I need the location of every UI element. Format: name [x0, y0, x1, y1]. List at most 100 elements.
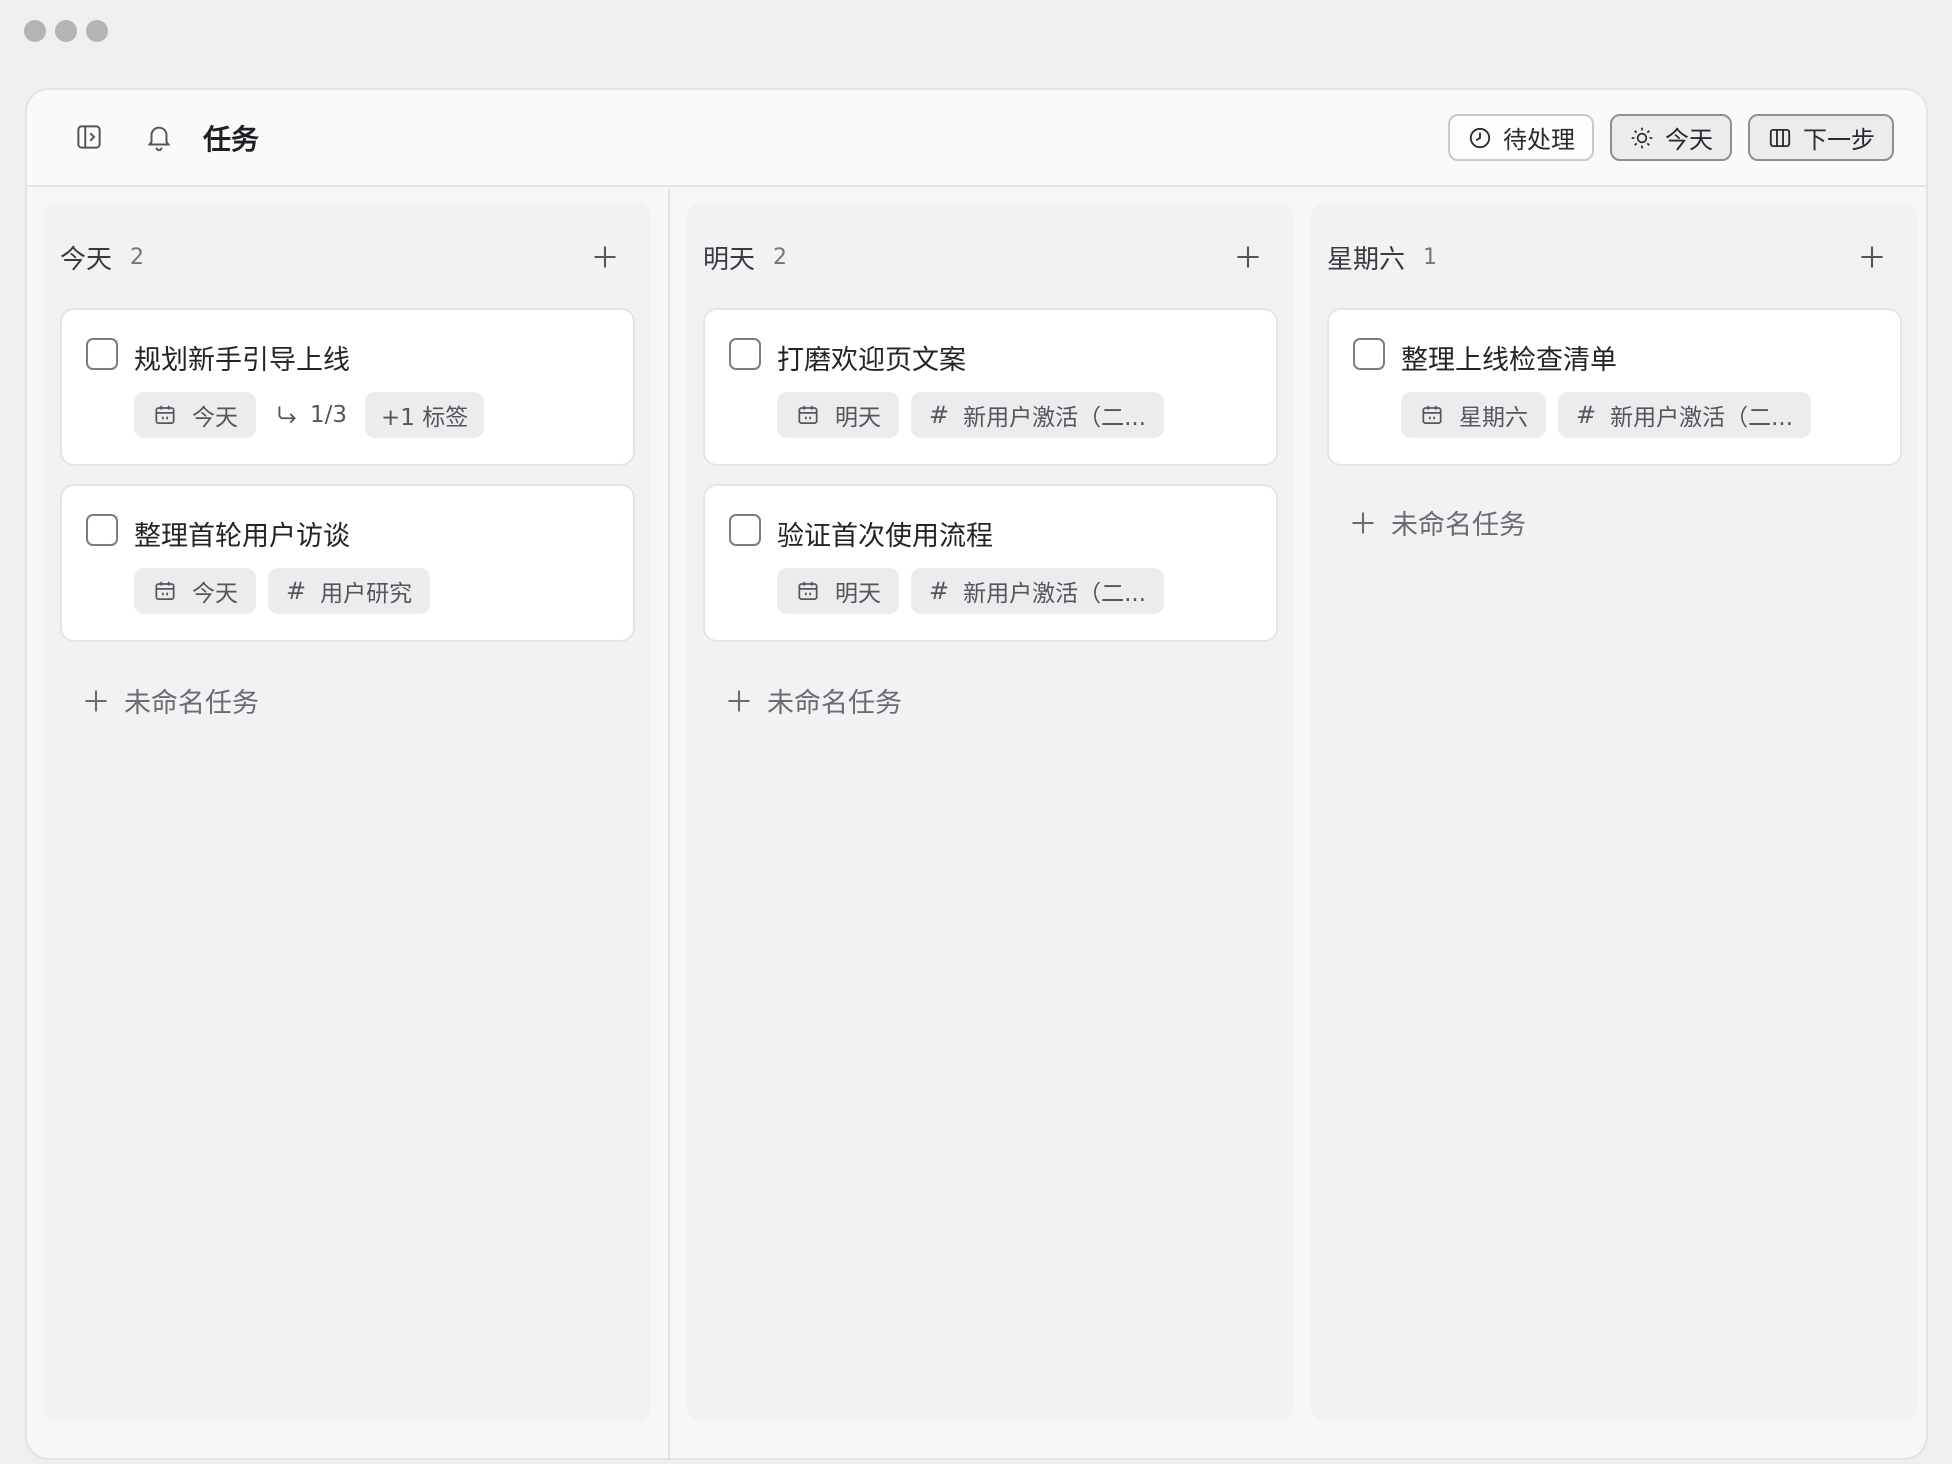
task-meta: 星期六 # 新用户激活（二...: [1401, 392, 1812, 438]
hash-icon: #: [286, 577, 307, 605]
calendar-icon: [798, 581, 818, 600]
add-task-button[interactable]: [1856, 241, 1888, 273]
due-date-label: 今天: [192, 581, 238, 607]
tag-label: 用户研究: [320, 581, 413, 607]
due-date-label: 明天: [835, 405, 881, 431]
tag-label: 新用户激活（二...: [963, 581, 1147, 607]
minimize-window-button[interactable]: [55, 20, 77, 42]
calendar-icon: [1422, 405, 1442, 424]
page-title: 任务: [203, 123, 260, 156]
due-date-label: 今天: [192, 405, 238, 431]
task-checkbox[interactable]: [86, 514, 118, 546]
task-card[interactable]: 整理首轮用户访谈 今天 # 用户研究: [60, 484, 635, 642]
columns-icon: [1769, 128, 1791, 147]
tag-chip[interactable]: # 新用户激活（二...: [911, 568, 1165, 614]
due-date-chip[interactable]: 今天: [134, 392, 256, 438]
new-task-label: 未命名任务: [1391, 510, 1526, 541]
task-meta: 明天 # 新用户激活（二...: [777, 392, 1165, 438]
due-date-chip[interactable]: 明天: [777, 568, 899, 614]
sidebar-toggle-button[interactable]: [69, 117, 109, 157]
task-card[interactable]: 验证首次使用流程 明天 # 新用户激活（二...: [703, 484, 1278, 642]
due-date-chip[interactable]: 今天: [134, 568, 256, 614]
tag-label: +1 标签: [381, 405, 469, 431]
calendar-icon: [798, 405, 818, 424]
hash-icon: #: [1576, 401, 1597, 429]
view-pending-button[interactable]: 待处理: [1448, 114, 1594, 161]
column-title: 星期六: [1327, 244, 1406, 275]
new-task-button[interactable]: 未命名任务: [725, 681, 902, 720]
tasks-app: 任务 待处理 今天 下一步 今天 2 规划新手引导上线 今天 1/3 +1 标签…: [25, 88, 1928, 1460]
window-controls: [24, 20, 108, 42]
plus-icon: [1352, 512, 1374, 533]
subtask-progress: 1/3: [268, 392, 353, 438]
subtask-count: 1/3: [310, 402, 348, 428]
task-meta: 今天 # 用户研究: [134, 568, 431, 614]
due-date-label: 明天: [835, 581, 881, 607]
tag-chip[interactable]: +1 标签: [365, 392, 485, 438]
view-next-label: 下一步: [1803, 126, 1875, 154]
tag-chip[interactable]: # 新用户激活（二...: [911, 392, 1165, 438]
column-title: 明天: [703, 244, 756, 275]
task-checkbox[interactable]: [729, 514, 761, 546]
view-next-button[interactable]: 下一步: [1748, 114, 1894, 161]
plus-icon: [728, 690, 750, 711]
column-count: 2: [773, 244, 788, 270]
column-count: 1: [1423, 244, 1438, 270]
column-header: 星期六 1: [1327, 237, 1902, 277]
due-date-label: 星期六: [1459, 405, 1528, 431]
column-header: 今天 2: [60, 237, 635, 277]
column-today: 今天 2 规划新手引导上线 今天 1/3 +1 标签 整理首轮用户访谈 今天 #…: [44, 203, 651, 1421]
tag-chip[interactable]: # 用户研究: [268, 568, 431, 614]
new-task-label: 未命名任务: [124, 688, 259, 719]
column-divider: [668, 189, 670, 1458]
task-checkbox[interactable]: [1353, 338, 1385, 370]
calendar-icon: [155, 405, 175, 424]
hash-icon: #: [929, 577, 950, 605]
column-header: 明天 2: [703, 237, 1278, 277]
close-window-button[interactable]: [24, 20, 46, 42]
due-date-chip[interactable]: 星期六: [1401, 392, 1546, 438]
view-pending-label: 待处理: [1503, 126, 1575, 154]
subtask-arrow-icon: [278, 406, 296, 424]
kanban-board: 今天 2 规划新手引导上线 今天 1/3 +1 标签 整理首轮用户访谈 今天 #…: [27, 189, 1926, 1458]
bell-icon: [147, 126, 171, 152]
calendar-icon: [155, 581, 175, 600]
task-checkbox[interactable]: [86, 338, 118, 370]
column-saturday: 星期六 1 整理上线检查清单 星期六 # 新用户激活（二... 未命名任务: [1311, 203, 1918, 1421]
task-title: 整理首轮用户访谈: [134, 521, 350, 552]
tag-chip[interactable]: # 新用户激活（二...: [1558, 392, 1812, 438]
app-window: 任务 待处理 今天 下一步 今天 2 规划新手引导上线 今天 1/3 +1 标签…: [0, 0, 1952, 1464]
add-task-button[interactable]: [589, 241, 621, 273]
task-checkbox[interactable]: [729, 338, 761, 370]
toolbar: 任务 待处理 今天 下一步: [27, 90, 1926, 187]
tag-label: 新用户激活（二...: [963, 405, 1147, 431]
view-today-label: 今天: [1665, 126, 1713, 154]
task-title: 打磨欢迎页文案: [777, 345, 966, 376]
task-card[interactable]: 整理上线检查清单 星期六 # 新用户激活（二...: [1327, 308, 1902, 466]
due-date-chip[interactable]: 明天: [777, 392, 899, 438]
notifications-button[interactable]: [139, 117, 179, 157]
add-task-button[interactable]: [1232, 241, 1264, 273]
zoom-window-button[interactable]: [86, 20, 108, 42]
clock-icon: [1469, 127, 1491, 148]
plus-icon: [1237, 246, 1259, 268]
column-count: 2: [130, 244, 145, 270]
task-meta: 明天 # 新用户激活（二...: [777, 568, 1165, 614]
new-task-label: 未命名任务: [767, 688, 902, 719]
view-today-button[interactable]: 今天: [1610, 114, 1732, 161]
column-tomorrow: 明天 2 打磨欢迎页文案 明天 # 新用户激活（二... 验证首次使用流程 明天…: [687, 203, 1294, 1421]
plus-icon: [85, 690, 107, 711]
new-task-button[interactable]: 未命名任务: [82, 681, 259, 720]
hash-icon: #: [929, 401, 950, 429]
new-task-button[interactable]: 未命名任务: [1349, 503, 1526, 542]
view-switcher: 待处理 今天 下一步: [1448, 114, 1894, 161]
task-card[interactable]: 规划新手引导上线 今天 1/3 +1 标签: [60, 308, 635, 466]
task-title: 验证首次使用流程: [777, 521, 993, 552]
tag-label: 新用户激活（二...: [1610, 405, 1794, 431]
task-title: 整理上线检查清单: [1401, 345, 1617, 376]
plus-icon: [594, 246, 616, 268]
sidebar-toggle-icon: [77, 125, 101, 149]
task-meta: 今天 1/3 +1 标签: [134, 392, 485, 438]
column-title: 今天: [60, 244, 113, 275]
task-card[interactable]: 打磨欢迎页文案 明天 # 新用户激活（二...: [703, 308, 1278, 466]
